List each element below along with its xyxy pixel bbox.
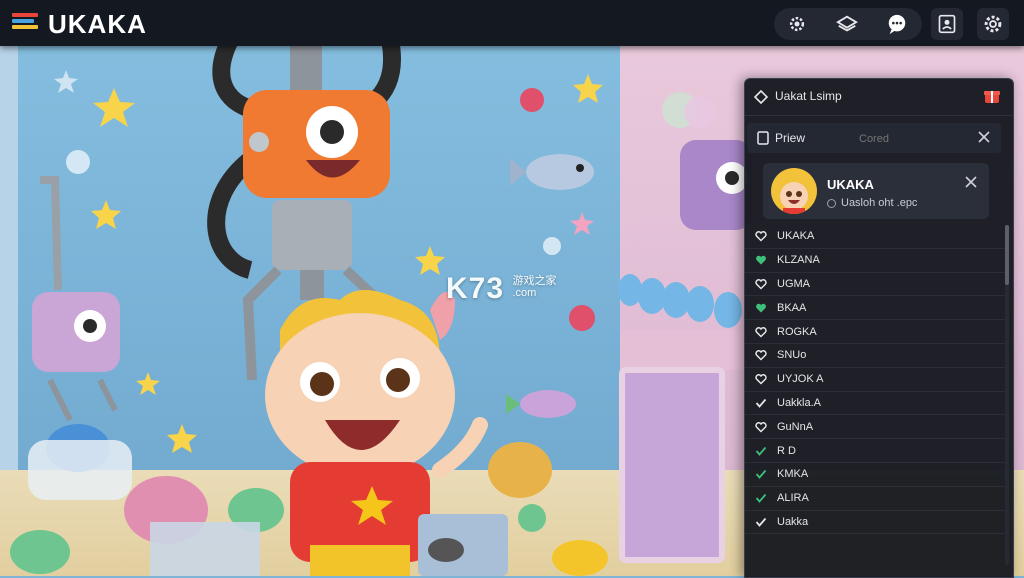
scrollbar-thumb[interactable]: [1005, 225, 1009, 285]
search-label: Priew: [775, 131, 806, 145]
card-subtitle: Uasloh oht .epc: [827, 197, 917, 209]
gift-icon: [984, 91, 1000, 103]
card-name: UKAKA: [827, 177, 874, 192]
character-face: [265, 313, 455, 477]
check-icon: [755, 398, 767, 408]
list-item-label: SNUo: [777, 349, 807, 362]
avatar: [771, 168, 817, 214]
top-bar: UKAKA: [0, 0, 1024, 46]
claw-shaft: [290, 46, 322, 91]
check-icon: [755, 494, 767, 504]
prize-door: [619, 367, 725, 563]
list-item-label: BKAA: [777, 301, 807, 314]
featured-profile-card[interactable]: UKAKA Uasloh oht .epc: [763, 163, 989, 219]
list-item-label: Uakka: [777, 515, 809, 528]
list-item[interactable]: UGMA: [745, 273, 1007, 297]
red-balloon: [520, 88, 544, 112]
list-item[interactable]: ALIRA: [745, 487, 1007, 511]
list-item-label: ALIRA: [777, 492, 809, 505]
heart-outline-icon: [755, 279, 767, 290]
list-item[interactable]: GuNnA: [745, 415, 1007, 440]
list-item[interactable]: SNUo: [745, 344, 1007, 368]
diamond-icon: [754, 90, 768, 104]
watermark-brand: K73: [446, 272, 505, 305]
document-icon: [757, 131, 769, 145]
check-icon: [755, 446, 767, 456]
card-close-button[interactable]: [965, 175, 979, 189]
heart-filled-icon: [756, 303, 766, 313]
list-item[interactable]: Uakkla.A: [745, 392, 1007, 416]
settings-button[interactable]: [977, 8, 1009, 40]
list-item-label: UGMA: [777, 277, 810, 290]
side-panel: Uakat Lsimp Priew Cored UKAKA Uasloh oht…: [744, 78, 1014, 578]
list-item-label: UKAKA: [777, 230, 815, 243]
panel-title: Uakat Lsimp: [775, 89, 842, 103]
heart-outline-icon: [755, 374, 767, 385]
profile-frame-button[interactable]: [931, 8, 963, 40]
list-item[interactable]: R D: [745, 439, 1007, 463]
list-item-label: ROGKA: [777, 325, 817, 338]
heart-outline-icon: [755, 350, 767, 361]
list-item-label: KLZANA: [777, 254, 820, 267]
panel-header: Uakat Lsimp: [745, 79, 1013, 116]
list-item[interactable]: UKAKA: [745, 225, 1007, 249]
settings-icon: [984, 15, 1002, 33]
status-dot-icon: [827, 198, 836, 208]
profile-frame-icon: [938, 14, 956, 34]
search-bar: Priew: [747, 123, 1001, 153]
blue-balloon-row: [618, 274, 742, 328]
claw-body: [272, 200, 352, 270]
list-item-label: GuNnA: [777, 420, 814, 433]
panel-gift-button[interactable]: [983, 87, 1001, 105]
k73-watermark: K73 游戏之家 .com: [446, 272, 557, 306]
list-item-label: Uakkla.A: [777, 396, 822, 409]
fish-blue: [526, 154, 594, 190]
list-item[interactable]: ROGKA: [745, 320, 1007, 344]
layers-button[interactable]: [831, 8, 863, 40]
list-item[interactable]: UYJOK A: [745, 368, 1007, 392]
scrollbar[interactable]: [1005, 225, 1009, 565]
app-logo-icon: [12, 13, 40, 33]
list-item-label: KMKA: [777, 468, 809, 481]
app-logo-text: UKAKA: [48, 9, 147, 39]
watermark-domain: .com: [512, 287, 537, 299]
list-item[interactable]: KLZANA: [745, 249, 1007, 273]
gear-icon: [789, 16, 805, 32]
heart-outline-icon: [755, 421, 767, 433]
check-icon: [755, 517, 767, 527]
watermark-site: 游戏之家: [512, 275, 557, 287]
list-item-label: R D: [777, 444, 796, 457]
heart-outline-icon: [755, 231, 767, 242]
close-icon: [965, 176, 977, 188]
close-icon: [978, 131, 990, 143]
check-icon: [755, 470, 767, 480]
gear-button[interactable]: [781, 8, 813, 40]
chat-button[interactable]: [881, 8, 913, 40]
fish-purple: [520, 390, 576, 418]
list-item[interactable]: KMKA: [745, 463, 1007, 487]
list-item-label: UYJOK A: [777, 373, 824, 386]
friend-list: UKAKA KLZANA UGMA BKAA ROGKA SNUo UYJOK A Uakkl…: [745, 225, 1007, 535]
search-input[interactable]: [857, 129, 961, 149]
layers-icon: [836, 15, 858, 32]
heart-filled-icon: [756, 255, 766, 265]
list-item[interactable]: Uakka: [745, 511, 1007, 535]
search-clear-button[interactable]: [977, 130, 993, 146]
chat-bubble-icon: [888, 14, 906, 35]
list-item[interactable]: BKAA: [745, 296, 1007, 321]
heart-outline-icon: [755, 326, 767, 338]
